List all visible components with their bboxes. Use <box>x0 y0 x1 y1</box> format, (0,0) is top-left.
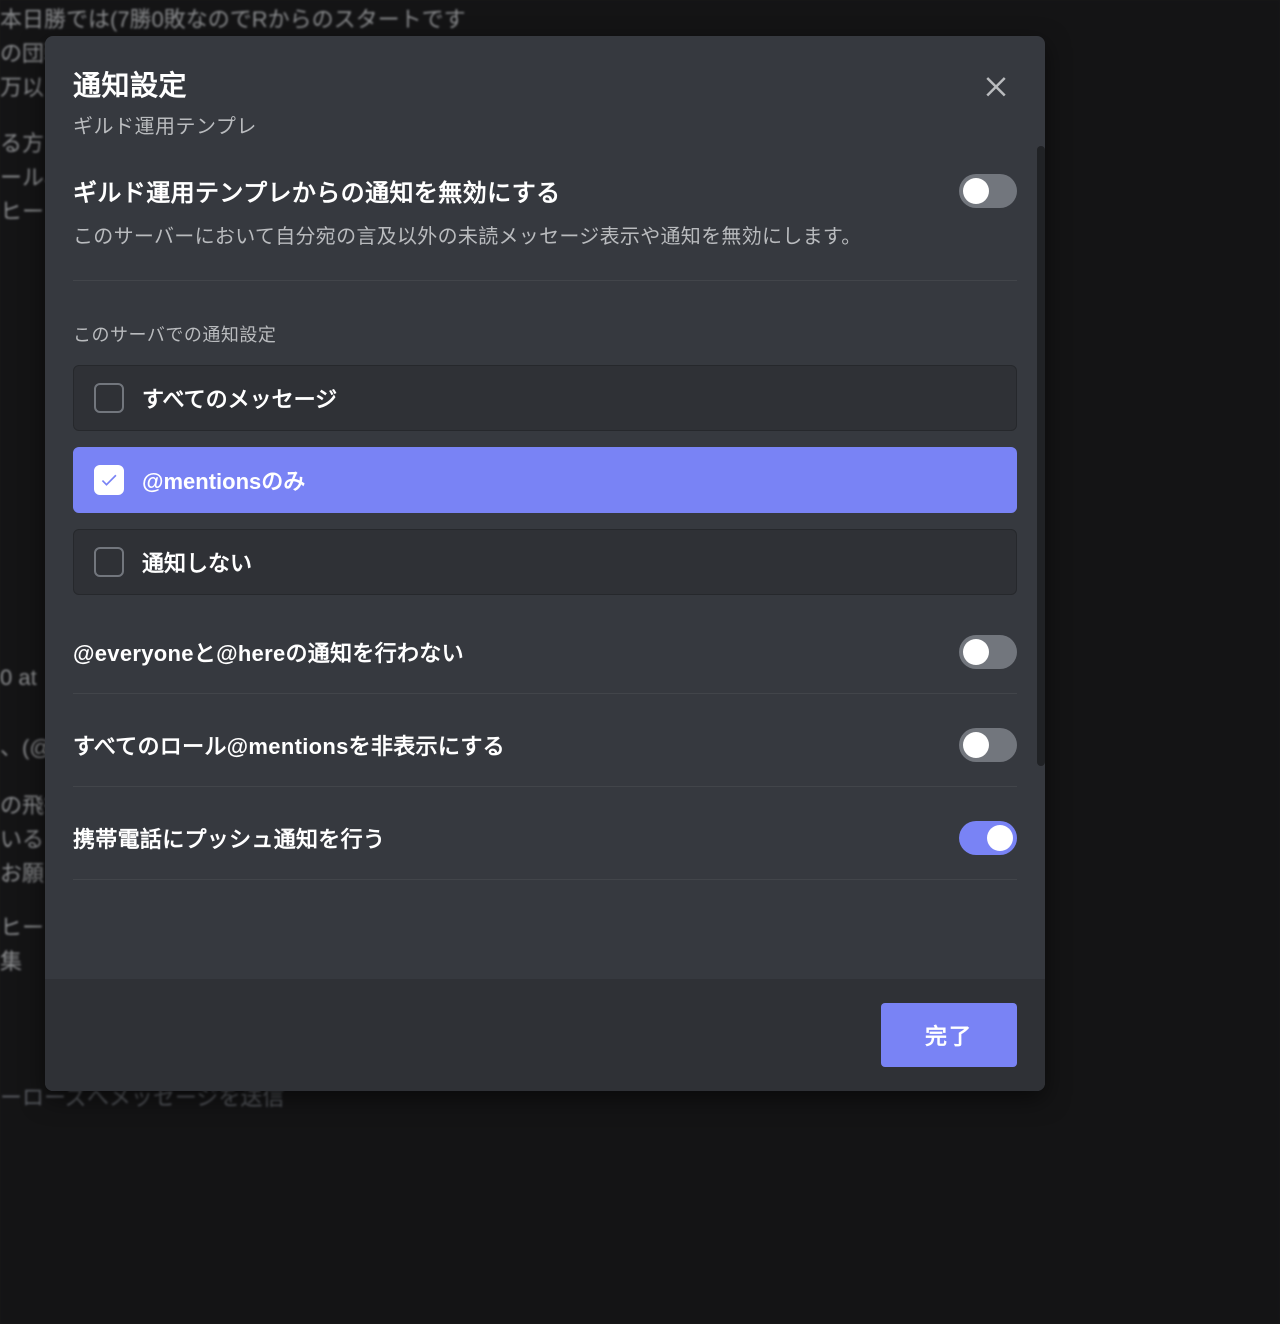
scrollbar[interactable] <box>1037 146 1045 971</box>
suppress-roles-toggle[interactable] <box>959 728 1017 762</box>
modal-header: 通知設定 ギルド運用テンプレ <box>73 64 1017 139</box>
modal-subtitle: ギルド運用テンプレ <box>73 110 257 139</box>
radio-box <box>94 465 124 495</box>
bg-text: 集 <box>0 944 22 976</box>
scrollbar-thumb[interactable] <box>1037 146 1045 766</box>
radio-all-messages[interactable]: すべてのメッセージ <box>73 365 1017 431</box>
toggle-knob <box>963 178 989 204</box>
notification-radio-group: すべてのメッセージ @mentionsのみ 通知しない <box>73 365 1017 595</box>
toggle-knob <box>963 732 989 758</box>
modal-body: 通知設定 ギルド運用テンプレ ギルド運用テンプレからの通知を無効にする このサー… <box>45 36 1045 979</box>
radio-box <box>94 547 124 577</box>
close-icon <box>981 70 1011 100</box>
close-button[interactable] <box>975 64 1017 106</box>
notification-settings-modal: 通知設定 ギルド運用テンプレ ギルド運用テンプレからの通知を無効にする このサー… <box>45 36 1045 1091</box>
suppress-everyone-toggle[interactable] <box>959 635 1017 669</box>
modal-title-block: 通知設定 ギルド運用テンプレ <box>73 64 257 139</box>
suppress-roles-row: すべてのロール@mentionsを非表示にする <box>73 722 1017 787</box>
notification-section-label: このサーバでの通知設定 <box>73 321 1017 347</box>
mute-server-description: このサーバーにおいて自分宛の言及以外の未読メッセージ表示や通知を無効にします。 <box>73 222 1017 252</box>
bg-text: 、(@ <box>0 730 52 762</box>
radio-mentions-only[interactable]: @mentionsのみ <box>73 447 1017 513</box>
mobile-push-toggle[interactable] <box>959 821 1017 855</box>
toggle-knob <box>987 825 1013 851</box>
suppress-everyone-row: @everyoneと@hereの通知を行わない <box>73 629 1017 694</box>
bg-text: 0 at <box>0 665 37 691</box>
modal-footer: 完了 <box>45 979 1045 1091</box>
bg-text: 本日勝では(7勝0敗なのでRからのスタートです <box>0 2 466 34</box>
toggle-knob <box>963 639 989 665</box>
bg-text: いる <box>0 822 44 854</box>
radio-label: 通知しない <box>142 546 252 578</box>
radio-box <box>94 383 124 413</box>
modal-title: 通知設定 <box>73 64 257 104</box>
mute-server-section: ギルド運用テンプレからの通知を無効にする このサーバーにおいて自分宛の言及以外の… <box>73 173 1017 281</box>
bg-text: ヒー <box>0 910 44 942</box>
mobile-push-row: 携帯電話にプッシュ通知を行う <box>73 815 1017 880</box>
toggle-label: @everyoneと@hereの通知を行わない <box>73 636 464 668</box>
mute-server-toggle[interactable] <box>959 174 1017 208</box>
toggle-label: 携帯電話にプッシュ通知を行う <box>73 822 385 854</box>
done-button[interactable]: 完了 <box>881 1003 1017 1067</box>
radio-label: @mentionsのみ <box>142 464 305 496</box>
mute-server-title: ギルド運用テンプレからの通知を無効にする <box>73 173 561 208</box>
bg-text: ヒー <box>0 194 44 226</box>
divider <box>73 280 1017 281</box>
bg-text: 万以 <box>0 70 44 102</box>
radio-label: すべてのメッセージ <box>142 382 337 414</box>
radio-nothing[interactable]: 通知しない <box>73 529 1017 595</box>
toggle-section: @everyoneと@hereの通知を行わない すべてのロール@mentions… <box>73 629 1017 880</box>
toggle-label: すべてのロール@mentionsを非表示にする <box>73 729 505 761</box>
